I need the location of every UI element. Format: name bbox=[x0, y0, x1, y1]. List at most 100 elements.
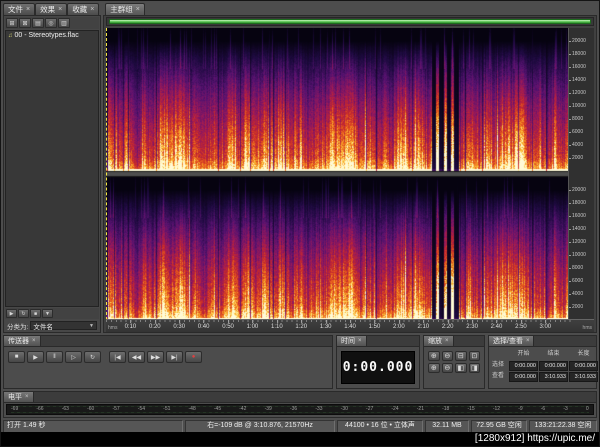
panel-tabs-row: 文件 × 效果 × 收藏 × 主群组 × bbox=[3, 3, 597, 15]
time-display[interactable]: 0:00.000 bbox=[341, 351, 415, 384]
close-icon[interactable]: × bbox=[526, 338, 530, 344]
close-icon[interactable]: × bbox=[25, 394, 29, 400]
frequency-tick-label: 10000 bbox=[569, 252, 586, 259]
record-button[interactable]: ● bbox=[185, 351, 202, 363]
col-header-end: 结束 bbox=[547, 351, 560, 357]
insert-into-multitrack-icon[interactable]: ▤ bbox=[32, 18, 44, 28]
tab-main-group-label: 主群组 bbox=[110, 5, 133, 14]
chevron-down-icon: ▼ bbox=[89, 322, 94, 329]
file-name: 00 - Stereotypes.flac bbox=[14, 32, 79, 39]
selection-view-panel-tab[interactable]: 选择/查看 × bbox=[489, 336, 535, 346]
auto-play-icon[interactable]: ▼ bbox=[42, 309, 53, 318]
view-length-field[interactable]: 3:10.933 bbox=[569, 372, 598, 382]
time-panel-title: 时间 bbox=[341, 338, 355, 345]
close-file-icon[interactable]: ⊠ bbox=[19, 18, 31, 28]
play-from-cursor-button[interactable]: ▷ bbox=[65, 351, 82, 363]
zoom-out-horizontal-button[interactable]: ⊖ bbox=[441, 351, 453, 361]
playhead-cursor[interactable] bbox=[106, 28, 107, 320]
transport-panel-tab[interactable]: 传送器 × bbox=[4, 336, 41, 346]
play-icon[interactable]: ▶ bbox=[6, 309, 17, 318]
sort-select[interactable]: 文件名 ▼ bbox=[30, 321, 97, 331]
frequency-tick-label: 4000 bbox=[569, 291, 584, 298]
zoom-out-full-button[interactable]: ⊟ bbox=[455, 351, 467, 361]
zoom-to-right-edge-button[interactable]: ◨ bbox=[468, 363, 480, 373]
time-panel-tab[interactable]: 时间 × bbox=[337, 336, 367, 346]
time-ruler[interactable]: hms hms 0:10 0:20 0:30 0:40 0:50 1:00 1:10 1:20… bbox=[106, 319, 594, 332]
time-tick-label: 0:40 bbox=[197, 320, 210, 330]
main-group-panel: 20000 18000 16000 14000 12000 10000 8000 6000 40… bbox=[103, 15, 597, 333]
level-meter[interactable]: -69 -66 -63 -60 -57 -54 -51 -48 -45 -42 -39 -36 -33-… bbox=[6, 404, 594, 415]
selection-end-field[interactable]: 0:00.000 bbox=[539, 361, 568, 371]
selection-length-field[interactable]: 0:00.000 bbox=[569, 361, 598, 371]
fast-forward-button[interactable]: ▶▶ bbox=[147, 351, 164, 363]
zoom-navigator-bar[interactable] bbox=[106, 17, 594, 26]
transport-panel-title: 传送器 bbox=[8, 338, 29, 345]
time-ruler-unit-right: hms bbox=[582, 325, 592, 331]
pause-button[interactable]: ‖ bbox=[46, 351, 63, 363]
zoom-buttons: ⊕ ⊖ ⊟ ⊡ ⊕ ⊖ ◧ ◨ bbox=[425, 348, 483, 376]
file-item[interactable]: ♫ 00 - Stereotypes.flac bbox=[6, 31, 98, 40]
zoom-to-left-edge-button[interactable]: ◧ bbox=[455, 363, 467, 373]
tab-favorites[interactable]: 收藏 × bbox=[67, 3, 100, 15]
play-looped-button[interactable]: ↻ bbox=[84, 351, 101, 363]
zoom-out-vertical-button[interactable]: ⊖ bbox=[441, 363, 453, 373]
close-icon[interactable]: × bbox=[136, 6, 140, 13]
files-preview-toolbar: ▶ ↻ ■ ▼ bbox=[5, 308, 99, 319]
close-icon[interactable]: × bbox=[358, 338, 362, 344]
spectrogram-display[interactable] bbox=[106, 28, 572, 320]
zoom-panel-tab[interactable]: 缩放 × bbox=[424, 336, 454, 346]
go-to-beginning-button[interactable]: |◀ bbox=[109, 351, 126, 363]
spectral-display-area: 20000 18000 16000 14000 12000 10000 8000 6000 40… bbox=[106, 28, 594, 320]
tab-main-group[interactable]: 主群组 × bbox=[105, 3, 145, 15]
sort-row: 分类为: 文件名 ▼ bbox=[5, 320, 99, 331]
tab-effects-label: 效果 bbox=[40, 5, 56, 14]
frequency-tick-label: 6000 bbox=[569, 129, 584, 136]
close-icon[interactable]: × bbox=[26, 6, 30, 13]
tab-files[interactable]: 文件 × bbox=[3, 3, 36, 15]
levels-panel-tab[interactable]: 电平 × bbox=[4, 392, 34, 402]
transport-buttons: ■ ▶ ‖ ▷ ↻ |◀ ◀◀ ▶▶ ▶| ● bbox=[5, 348, 331, 366]
close-icon[interactable]: × bbox=[32, 338, 36, 344]
frequency-ruler[interactable]: 20000 18000 16000 14000 12000 10000 8000 6000 40… bbox=[568, 28, 594, 320]
time-tick-label: 1:30 bbox=[319, 320, 332, 330]
time-tick-label: 2:50 bbox=[515, 320, 527, 330]
time-tick-label: 2:10 bbox=[417, 320, 430, 330]
bottom-dock: 传送器 × ■ ▶ ‖ ▷ ↻ |◀ ◀◀ ▶▶ ▶| ● 时间 × 0:00.000 缩放 bbox=[3, 335, 598, 389]
col-header-length: 长度 bbox=[577, 351, 590, 357]
close-icon[interactable]: × bbox=[90, 6, 94, 13]
loop-play-icon[interactable]: ↻ bbox=[18, 309, 29, 318]
zoom-in-vertical-button[interactable]: ⊕ bbox=[428, 363, 440, 373]
zoom-to-selection-button[interactable]: ⊡ bbox=[468, 351, 480, 361]
sort-select-value: 文件名 bbox=[33, 323, 53, 331]
rewind-button[interactable]: ◀◀ bbox=[128, 351, 145, 363]
selection-start-field[interactable]: 0:00.000 bbox=[509, 361, 538, 371]
view-start-field[interactable]: 0:00.000 bbox=[509, 372, 538, 382]
time-tick-label: 1:20 bbox=[295, 320, 308, 330]
close-icon[interactable]: × bbox=[445, 338, 449, 344]
frequency-tick-label: 4000 bbox=[569, 142, 584, 149]
zoom-panel: 缩放 × ⊕ ⊖ ⊟ ⊡ ⊕ ⊖ ◧ ◨ bbox=[423, 335, 485, 389]
selection-view-panel-title: 选择/查看 bbox=[493, 338, 523, 345]
row-label-selection: 选择 bbox=[492, 362, 505, 368]
audio-file-icon: ♫ bbox=[8, 32, 13, 39]
import-file-icon[interactable]: ⊞ bbox=[6, 18, 18, 28]
time-tick-label: 0:30 bbox=[173, 320, 186, 330]
stop-button[interactable]: ■ bbox=[8, 351, 25, 363]
insert-into-cd-list-icon[interactable]: ◎ bbox=[45, 18, 57, 28]
frequency-tick-label: 10000 bbox=[569, 103, 586, 110]
show-options-icon[interactable]: ▥ bbox=[58, 18, 70, 28]
time-tick-label: 2:30 bbox=[466, 320, 478, 330]
go-to-end-button[interactable]: ▶| bbox=[166, 351, 183, 363]
zoom-navigator-range[interactable] bbox=[109, 19, 591, 24]
frequency-tick-label: 14000 bbox=[569, 77, 586, 84]
frequency-tick-label: 18000 bbox=[569, 200, 586, 207]
view-end-field[interactable]: 3:10.933 bbox=[539, 372, 568, 382]
play-button[interactable]: ▶ bbox=[27, 351, 44, 363]
col-header-start: 开始 bbox=[517, 351, 530, 357]
tab-effects[interactable]: 效果 × bbox=[35, 3, 68, 15]
close-icon[interactable]: × bbox=[58, 6, 62, 13]
zoom-in-horizontal-button[interactable]: ⊕ bbox=[428, 351, 440, 361]
tab-files-label: 文件 bbox=[8, 5, 23, 14]
stop-icon[interactable]: ■ bbox=[30, 309, 41, 318]
files-panel: ⊞ ⊠ ▤ ◎ ▥ ♫ 00 - Stereotypes.flac ▶ ↻ ■ ▼ 分类为: … bbox=[3, 15, 101, 333]
